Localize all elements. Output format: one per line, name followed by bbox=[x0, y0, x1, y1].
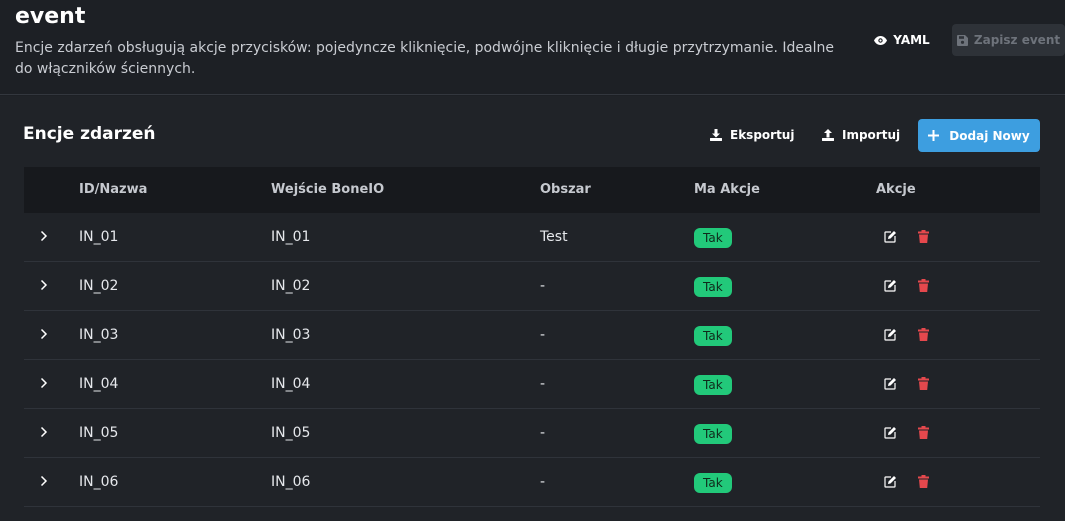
has-actions-badge: Tak bbox=[694, 424, 732, 444]
entity-area: - bbox=[540, 474, 546, 490]
entity-input: IN_02 bbox=[271, 278, 311, 294]
entity-id: IN_05 bbox=[79, 425, 119, 441]
has-actions-badge: Tak bbox=[694, 228, 732, 248]
chevron-right-icon[interactable] bbox=[39, 426, 49, 438]
trash-icon[interactable] bbox=[918, 279, 929, 292]
entity-input: IN_04 bbox=[271, 376, 311, 392]
entity-input: IN_05 bbox=[271, 425, 311, 441]
entity-area: Test bbox=[540, 229, 568, 245]
edit-icon[interactable] bbox=[884, 427, 896, 439]
edit-icon[interactable] bbox=[884, 280, 896, 292]
entity-id: IN_03 bbox=[79, 327, 119, 343]
entity-area: - bbox=[540, 278, 546, 294]
save-button[interactable]: Zapisz event bbox=[952, 24, 1065, 56]
download-icon bbox=[710, 129, 722, 141]
entity-id: IN_06 bbox=[79, 474, 119, 490]
trash-icon[interactable] bbox=[918, 328, 929, 341]
yaml-button[interactable]: YAML bbox=[868, 26, 936, 54]
page-description: Encje zdarzeń obsługują akcje przycisków… bbox=[15, 40, 834, 77]
chevron-right-icon[interactable] bbox=[39, 328, 49, 340]
has-actions-badge: Tak bbox=[694, 277, 732, 297]
table-row[interactable]: IN_04 IN_04 - Tak bbox=[24, 360, 1040, 409]
entity-area: - bbox=[540, 425, 546, 441]
chevron-right-icon[interactable] bbox=[39, 279, 49, 291]
column-header-area: Obszar bbox=[540, 182, 591, 197]
entity-id: IN_01 bbox=[79, 229, 119, 245]
table-row[interactable]: IN_01 IN_01 Test Tak bbox=[24, 213, 1040, 262]
entity-input: IN_06 bbox=[271, 474, 311, 490]
entity-area: - bbox=[540, 376, 546, 392]
column-header-actions: Akcje bbox=[876, 182, 916, 197]
entity-id: IN_02 bbox=[79, 278, 119, 294]
trash-icon[interactable] bbox=[918, 426, 929, 439]
edit-icon[interactable] bbox=[884, 378, 896, 390]
table-row[interactable]: IN_06 IN_06 - Tak bbox=[24, 458, 1040, 507]
add-new-button[interactable]: Dodaj Nowy bbox=[918, 119, 1040, 152]
table-row[interactable]: IN_05 IN_05 - Tak bbox=[24, 409, 1040, 458]
table-header: ID/Nazwa Wejście BoneIO Obszar Ma Akcje … bbox=[24, 167, 1040, 213]
trash-icon[interactable] bbox=[918, 230, 929, 243]
export-button[interactable]: Eksportuj bbox=[710, 121, 794, 149]
event-entities-section: Encje zdarzeń Eksportuj Importuj Dodaj N… bbox=[0, 96, 1065, 521]
table-row[interactable]: IN_03 IN_03 - Tak bbox=[24, 311, 1040, 360]
export-label: Eksportuj bbox=[730, 128, 795, 142]
chevron-right-icon[interactable] bbox=[39, 475, 49, 487]
entity-input: IN_03 bbox=[271, 327, 311, 343]
trash-icon[interactable] bbox=[918, 377, 929, 390]
entity-id: IN_04 bbox=[79, 376, 119, 392]
entity-area: - bbox=[540, 327, 546, 343]
has-actions-badge: Tak bbox=[694, 375, 732, 395]
edit-icon[interactable] bbox=[884, 329, 896, 341]
event-entities-table: ID/Nazwa Wejście BoneIO Obszar Ma Akcje … bbox=[24, 167, 1040, 507]
plus-icon bbox=[928, 130, 940, 141]
floppy-disk-icon bbox=[956, 34, 968, 46]
save-label: Zapisz event bbox=[973, 33, 1061, 47]
upload-icon bbox=[822, 129, 834, 141]
section-title: Encje zdarzeń bbox=[23, 124, 156, 144]
edit-icon[interactable] bbox=[884, 231, 896, 243]
edit-icon[interactable] bbox=[884, 476, 896, 488]
import-button[interactable]: Importuj bbox=[822, 121, 900, 149]
trash-icon[interactable] bbox=[918, 475, 929, 488]
page-title: event bbox=[15, 4, 86, 29]
table-row[interactable]: IN_02 IN_02 - Tak bbox=[24, 262, 1040, 311]
column-header-has-actions: Ma Akcje bbox=[694, 182, 760, 197]
chevron-right-icon[interactable] bbox=[39, 377, 49, 389]
chevron-right-icon[interactable] bbox=[39, 230, 49, 242]
add-new-label: Dodaj Nowy bbox=[949, 128, 1030, 143]
eye-icon bbox=[874, 35, 888, 45]
has-actions-badge: Tak bbox=[694, 326, 732, 346]
has-actions-badge: Tak bbox=[694, 473, 732, 493]
column-header-id: ID/Nazwa bbox=[79, 182, 148, 197]
entity-input: IN_01 bbox=[271, 229, 311, 245]
yaml-label: YAML bbox=[893, 33, 930, 47]
column-header-input: Wejście BoneIO bbox=[271, 182, 385, 197]
page-header: event Encje zdarzeń obsługują akcje przy… bbox=[0, 0, 1065, 95]
import-label: Importuj bbox=[842, 128, 901, 142]
